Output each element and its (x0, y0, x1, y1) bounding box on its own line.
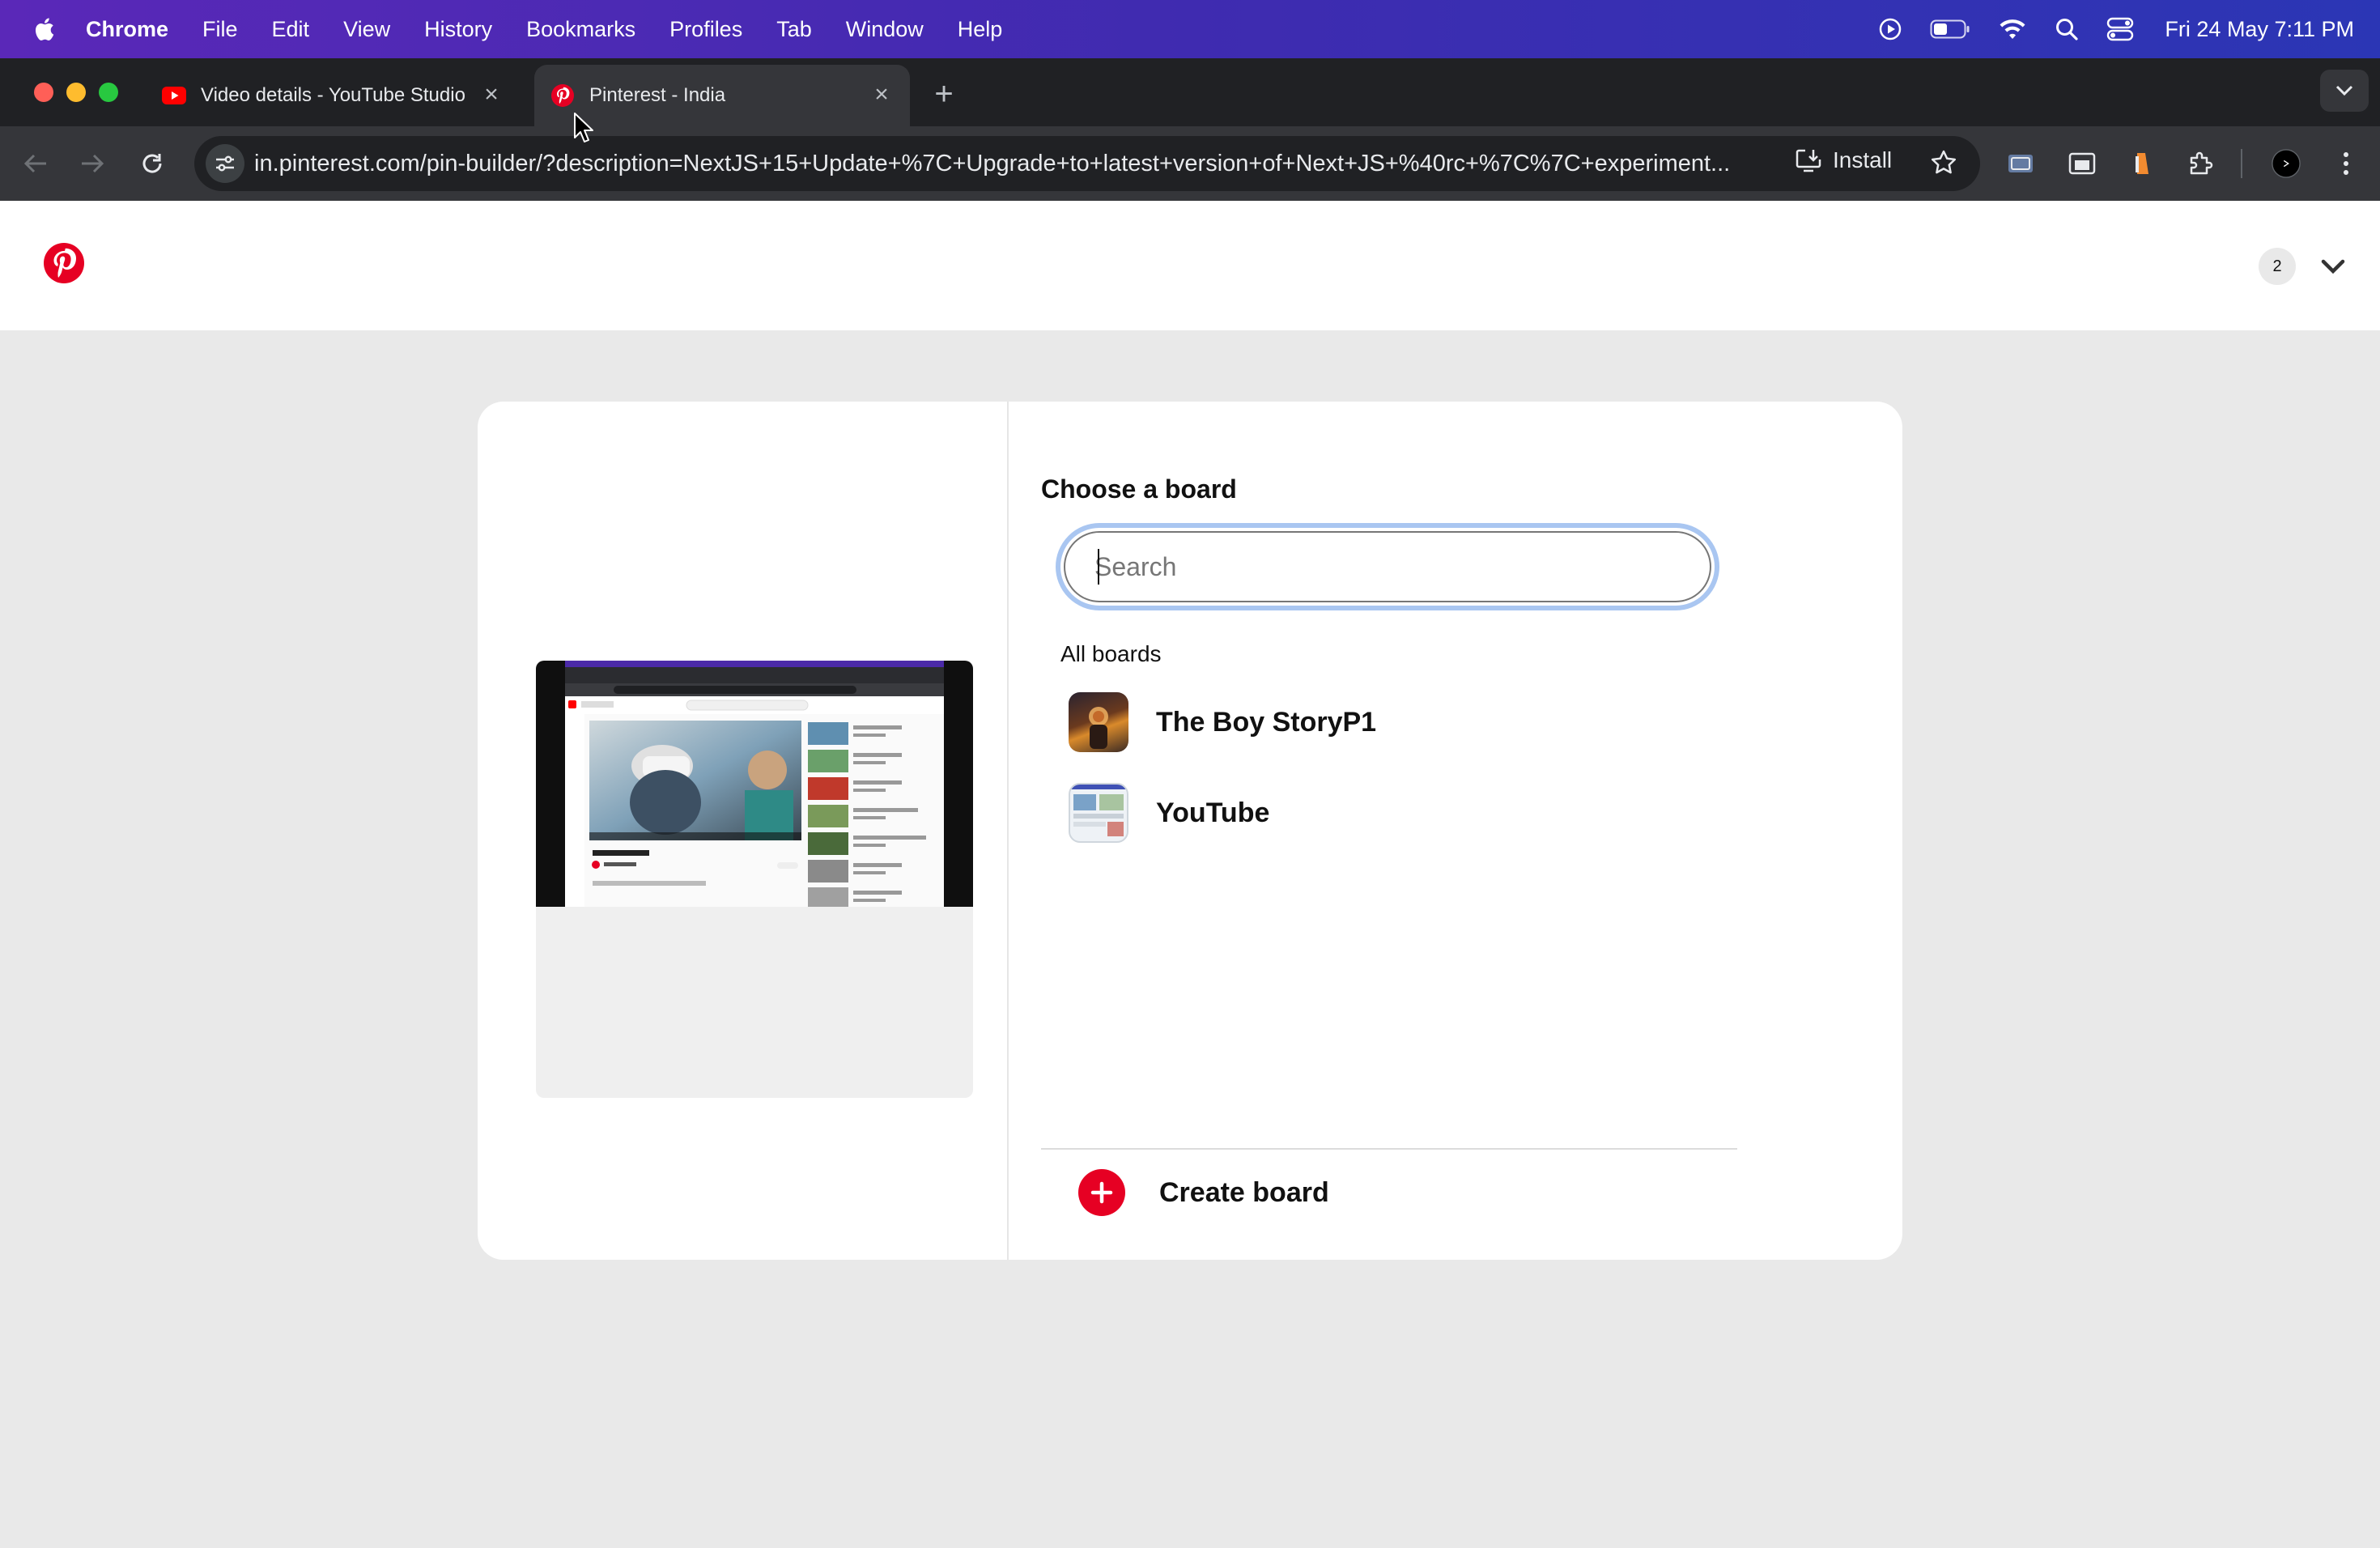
extensions-puzzle-icon[interactable] (2186, 149, 2215, 178)
board-search-input[interactable] (1064, 531, 1711, 602)
pinterest-icon (550, 83, 575, 108)
pinterest-logo-icon[interactable] (44, 243, 84, 283)
menu-window[interactable]: Window (846, 17, 924, 42)
window-zoom-button[interactable] (99, 83, 118, 102)
window-minimize-button[interactable] (66, 83, 86, 102)
profile-avatar[interactable] (2272, 149, 2301, 178)
back-button[interactable] (19, 147, 52, 180)
install-app-button[interactable]: Install (1796, 147, 1892, 173)
address-bar[interactable]: in.pinterest.com/pin-builder/?descriptio… (194, 136, 1980, 191)
board-item-youtube[interactable]: YouTube (1069, 780, 1732, 845)
board-thumbnail (1069, 692, 1128, 752)
picture-in-picture-icon[interactable] (2068, 149, 2097, 178)
youtube-icon (162, 83, 186, 108)
close-tab-icon[interactable]: × (869, 83, 894, 107)
browser-toolbar: in.pinterest.com/pin-builder/?descriptio… (0, 126, 2380, 201)
extension-picture-icon[interactable] (2006, 149, 2035, 178)
menu-profiles[interactable]: Profiles (669, 17, 742, 42)
pin-builder-card: Choose a board All boards The Boy StoryP… (478, 402, 1902, 1260)
spotlight-search-icon[interactable] (2055, 17, 2079, 41)
tab-youtube-studio[interactable]: Video details - YouTube Studio × (159, 65, 520, 126)
create-board-button[interactable]: Create board (1078, 1169, 1329, 1216)
extension-orange-icon[interactable] (2127, 149, 2157, 178)
all-boards-label: All boards (1060, 641, 1162, 666)
close-tab-icon[interactable]: × (479, 83, 504, 107)
tab-search-button[interactable] (2320, 70, 2369, 112)
macos-menu-bar: Chrome File Edit View History Bookmarks … (0, 0, 2380, 58)
browser-tab-strip: Video details - YouTube Studio × Pintere… (0, 58, 2380, 126)
menu-view[interactable]: View (343, 17, 390, 42)
card-divider (1007, 402, 1009, 1260)
bookmark-star-icon[interactable] (1930, 149, 1957, 181)
menu-history[interactable]: History (424, 17, 492, 42)
chevron-down-icon (2335, 85, 2353, 96)
forward-button[interactable] (76, 147, 108, 180)
url-text[interactable]: in.pinterest.com/pin-builder/?descriptio… (254, 151, 1776, 177)
plus-icon (1078, 1169, 1125, 1216)
choose-board-title: Choose a board (1041, 474, 1237, 504)
menu-bar-clock[interactable]: Fri 24 May 7:11 PM (2165, 17, 2354, 42)
notification-count-badge[interactable]: 2 (2259, 248, 2296, 285)
text-caret (1098, 549, 1099, 585)
tab-title: Video details - YouTube Studio (201, 84, 465, 106)
chevron-down-icon[interactable] (2317, 254, 2349, 279)
menu-tab[interactable]: Tab (776, 17, 812, 42)
wifi-icon[interactable] (1998, 18, 2027, 40)
apple-logo-icon[interactable] (32, 16, 55, 42)
reload-icon (142, 154, 162, 173)
site-info-icon[interactable] (206, 144, 244, 183)
play-circle-icon[interactable] (1878, 17, 1902, 41)
new-tab-button[interactable]: + (928, 78, 960, 110)
chrome-menu-icon[interactable] (2331, 149, 2361, 178)
board-name: The Boy StoryP1 (1156, 706, 1377, 738)
board-name: YouTube (1156, 797, 1270, 828)
pin-image-thumbnail (536, 661, 973, 907)
install-label: Install (1833, 147, 1893, 172)
board-item-the-boy-story[interactable]: The Boy StoryP1 (1069, 690, 1732, 755)
search-focus-ring (1056, 523, 1719, 610)
menu-app-name[interactable]: Chrome (86, 17, 168, 42)
reload-button[interactable] (136, 147, 168, 180)
pinterest-header (0, 201, 2380, 330)
arrow-right-icon (82, 154, 104, 173)
create-board-divider (1041, 1148, 1737, 1150)
arrow-left-icon (23, 154, 46, 173)
battery-icon[interactable] (1930, 19, 1970, 40)
toolbar-separator (2241, 149, 2242, 178)
mouse-cursor-icon (574, 113, 593, 142)
menu-help[interactable]: Help (958, 17, 1003, 42)
control-center-icon[interactable] (2106, 17, 2134, 41)
window-close-button[interactable] (34, 83, 53, 102)
menu-file[interactable]: File (202, 17, 238, 42)
install-icon (1796, 149, 1821, 172)
board-thumbnail (1069, 783, 1128, 843)
create-board-label: Create board (1159, 1176, 1329, 1208)
screenshot-thumbnail-image (565, 661, 944, 907)
tab-title: Pinterest - India (589, 84, 726, 106)
pin-preview (536, 661, 973, 1098)
menu-edit[interactable]: Edit (272, 17, 310, 42)
menu-bookmarks[interactable]: Bookmarks (526, 17, 635, 42)
